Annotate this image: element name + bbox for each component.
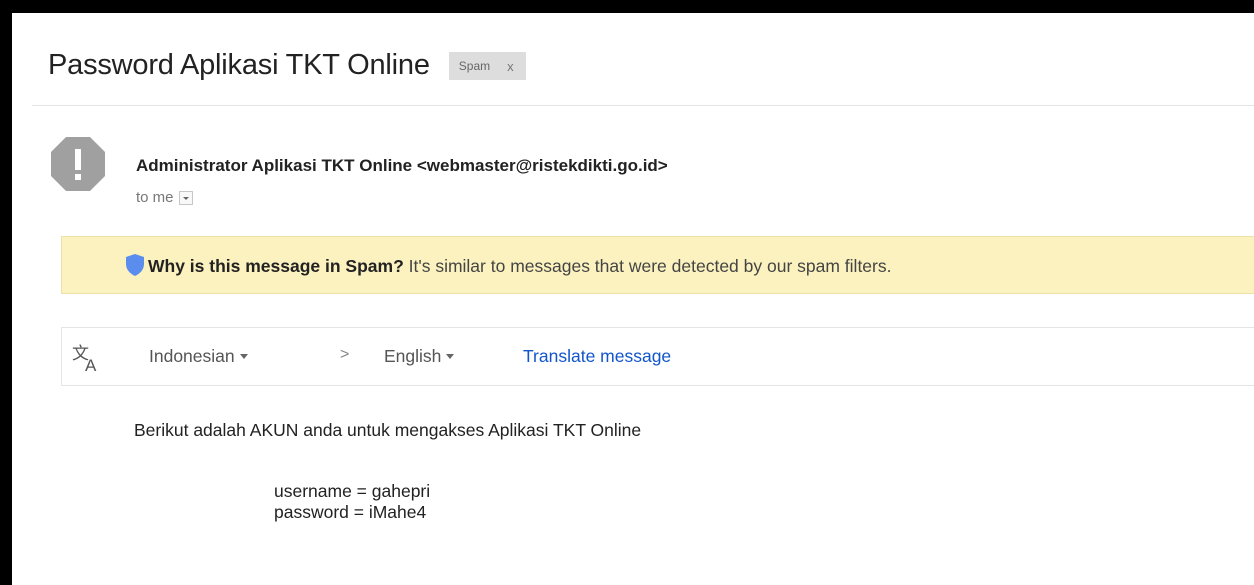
caret-down-icon: [446, 354, 455, 359]
email-subject: Password Aplikasi TKT Online: [48, 48, 430, 81]
caret-down-icon: [239, 354, 248, 359]
message-intro: Berikut adalah AKUN anda untuk mengakses…: [134, 420, 642, 440]
warning-octagon-icon: [51, 137, 105, 191]
language-arrow-icon: >: [340, 346, 350, 363]
spam-warning-question[interactable]: Why is this message in Spam?: [148, 256, 404, 276]
username-line: username = gahepri: [274, 481, 431, 501]
translate-icon: 文 A: [72, 344, 97, 373]
chevron-down-icon[interactable]: [178, 190, 193, 205]
translate-bar: 文 A Indonesian > English Translate messa…: [61, 327, 1254, 386]
recipient-label: to me: [136, 189, 174, 206]
spam-label-text: Spam: [458, 59, 491, 73]
spam-warning-banner: Why is this message in Spam? It's simila…: [61, 236, 1254, 294]
spam-label-badge[interactable]: Spam x: [448, 52, 526, 80]
password-line: password = iMahe4: [274, 502, 427, 522]
subject-header: Password Aplikasi TKT Online Spam x: [48, 45, 526, 85]
remove-label-button[interactable]: x: [507, 59, 514, 74]
translate-message-link[interactable]: Translate message: [523, 346, 671, 367]
target-language-label: English: [384, 346, 442, 366]
sender-name[interactable]: Administrator Aplikasi TKT Online <webma…: [136, 156, 668, 176]
recipient-line: to me: [136, 189, 193, 206]
credentials-block: username = gahepri password = iMahe4: [274, 481, 430, 523]
shield-icon: [126, 254, 144, 276]
target-language-select[interactable]: English: [384, 346, 455, 367]
spam-warning-text: Why is this message in Spam? It's simila…: [148, 255, 891, 277]
svg-text:A: A: [85, 356, 97, 373]
email-view: Password Aplikasi TKT Online Spam x Admi…: [12, 13, 1254, 585]
source-language-select[interactable]: Indonesian: [149, 346, 248, 367]
header-divider: [32, 105, 1254, 106]
spam-warning-explanation: It's similar to messages that were detec…: [403, 256, 892, 276]
source-language-label: Indonesian: [149, 346, 235, 366]
